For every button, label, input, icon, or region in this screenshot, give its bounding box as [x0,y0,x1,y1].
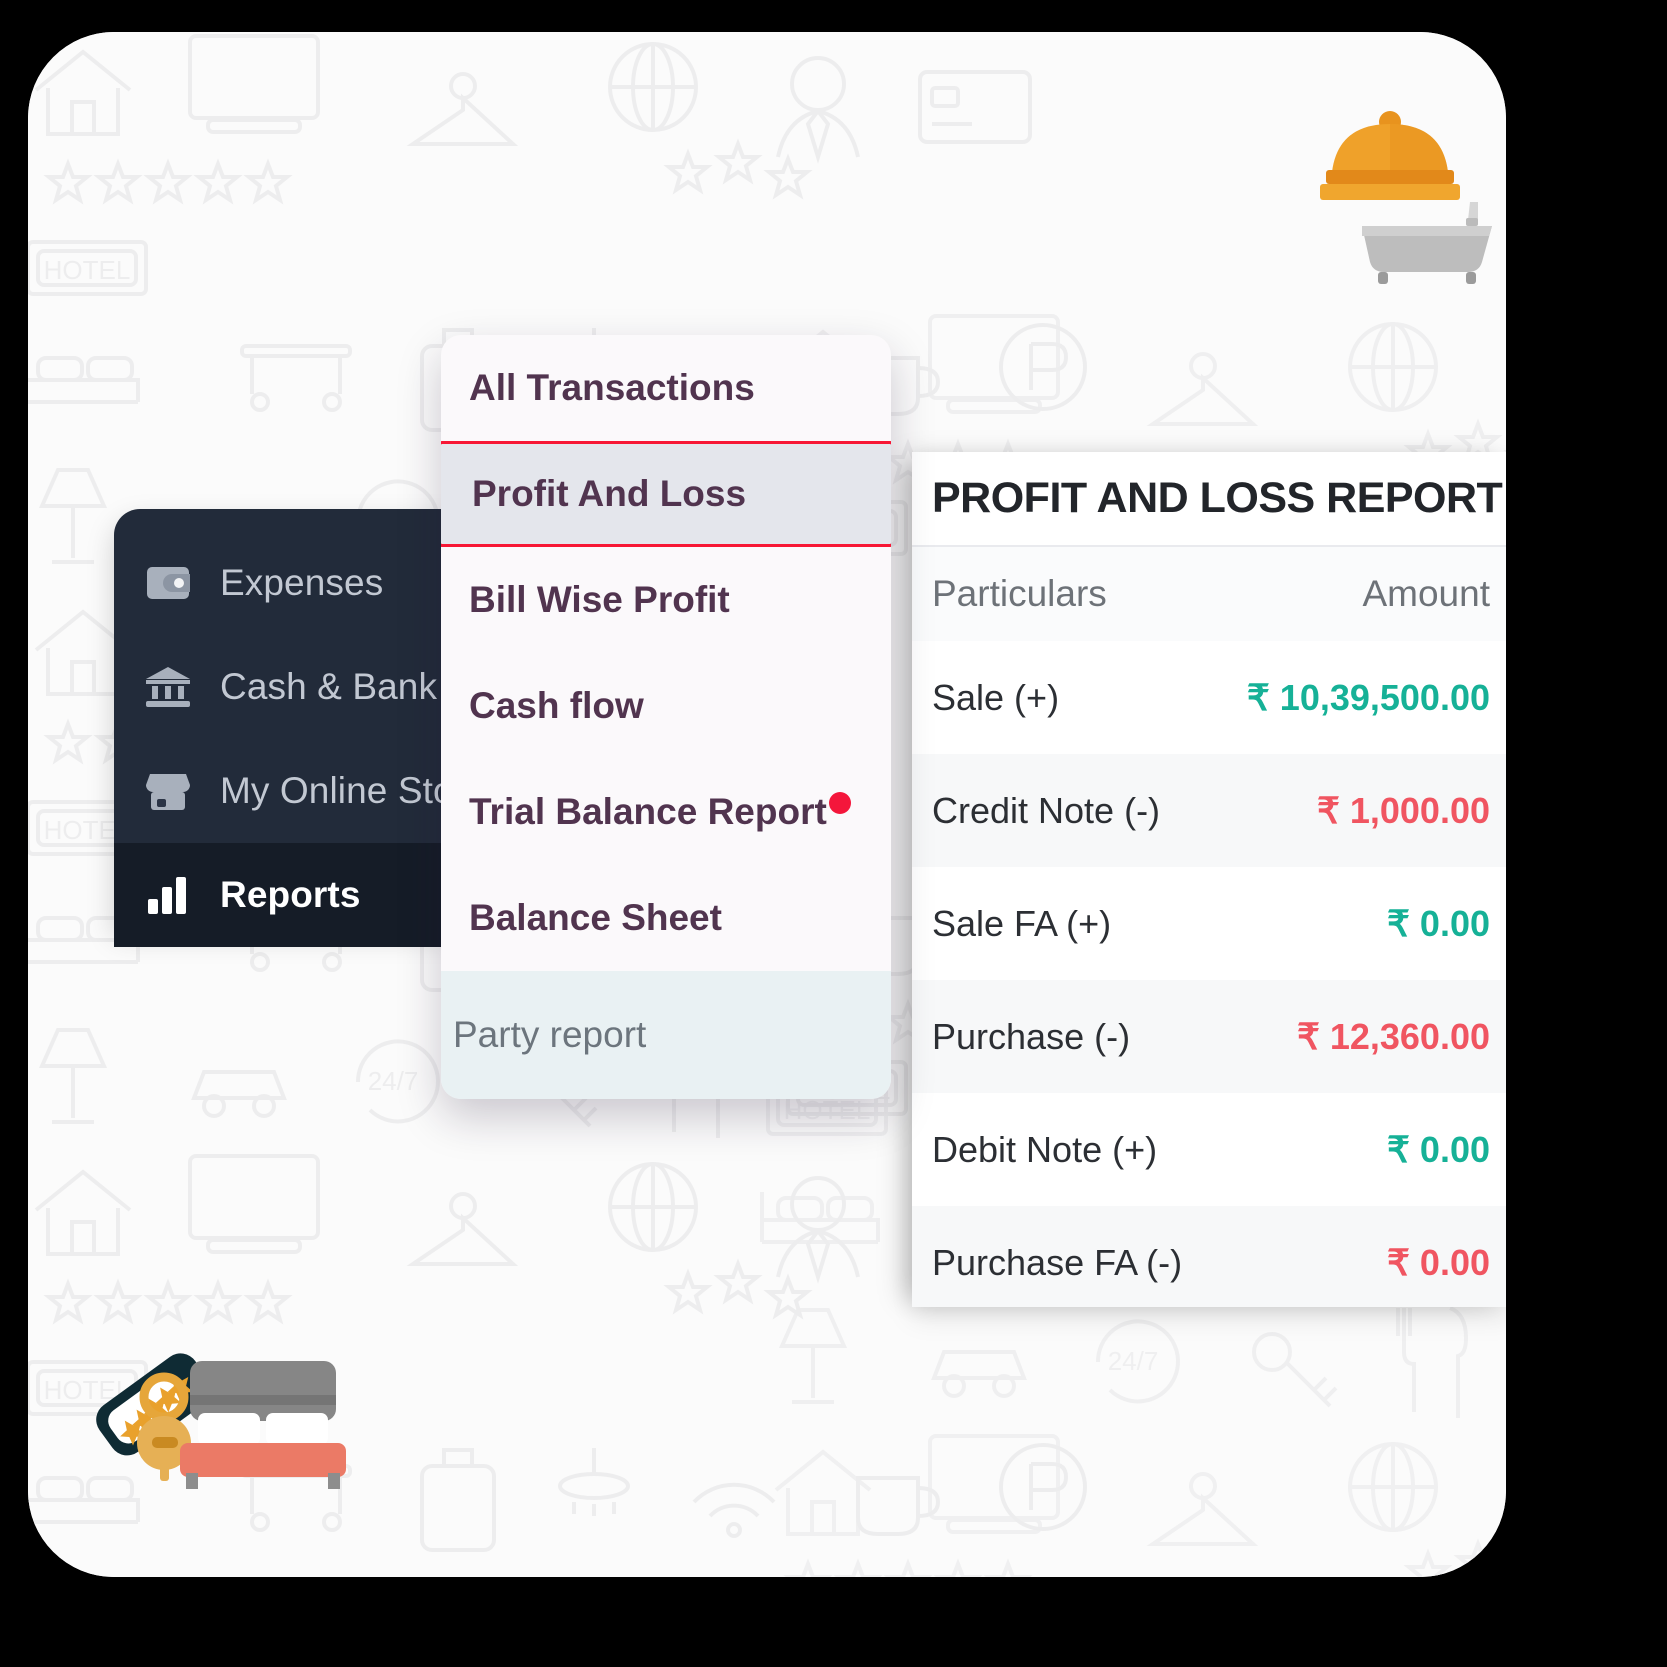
sidebar-item-label: Expenses [220,562,384,603]
menu-item-label: Cash flow [469,685,644,726]
table-row[interactable]: Debit Note (+) ₹ 0.00 [912,1093,1506,1206]
menu-item-trial-balance-report[interactable]: Trial Balance Report [441,759,891,865]
new-badge-dot-icon [828,792,851,814]
menu-section-label: Party report [453,1014,647,1055]
double-bed-icon [180,1361,346,1489]
row-particulars: Credit Note (-) [932,789,1161,831]
table-row[interactable]: Purchase (-) ₹ 12,360.00 [912,980,1506,1093]
row-amount: ₹ 1,000.00 [1316,789,1490,831]
bathtub-icon [1362,198,1492,286]
menu-item-label: All Transactions [469,367,755,408]
table-row[interactable]: Credit Note (-) ₹ 1,000.00 [912,754,1506,867]
row-particulars: Purchase FA (-) [932,1241,1183,1283]
row-particulars: Sale FA (+) [932,902,1112,944]
report-title: PROFIT AND LOSS REPORT [932,474,1503,522]
column-header-amount: Amount [1362,573,1490,614]
bank-icon [138,666,198,708]
menu-item-all-transactions[interactable]: All Transactions [441,335,891,441]
table-row[interactable]: Sale (+) ₹ 10,39,500.00 [912,641,1506,754]
menu-item-label: Bill Wise Profit [469,579,730,620]
app-window: HOTEL [28,32,1506,1577]
row-amount: ₹ 0.00 [1387,902,1490,944]
column-header-particulars: Particulars [932,573,1107,614]
menu-item-cash-flow[interactable]: Cash flow [441,653,891,759]
sidebar-item-label: Cash & Bank [220,666,438,707]
food-cloche-icon [1320,110,1460,206]
row-particulars: Purchase (-) [932,1015,1131,1057]
row-amount: ₹ 12,360.00 [1296,1015,1490,1057]
screenshot-root: HOTEL [0,0,1667,1667]
menu-item-balance-sheet[interactable]: Balance Sheet [441,865,891,971]
menu-item-label: Profit And Loss [472,473,747,514]
table-row[interactable]: Purchase FA (-) ₹ 0.00 [912,1206,1506,1307]
menu-item-profit-and-loss[interactable]: Profit And Loss [441,441,891,547]
profit-and-loss-report-card: PROFIT AND LOSS REPORT Particulars Amoun… [912,452,1506,1307]
bar-chart-icon [138,875,198,915]
table-row[interactable]: Sale FA (+) ₹ 0.00 [912,867,1506,980]
menu-section-party-report[interactable]: Party report [441,971,891,1099]
wallet-icon [138,564,198,602]
row-amount: ₹ 0.00 [1387,1128,1490,1170]
store-icon [138,771,198,811]
row-particulars: Sale (+) [932,676,1060,718]
sidebar-item-label: Reports [220,874,361,915]
menu-item-bill-wise-profit[interactable]: Bill Wise Profit [441,547,891,653]
reports-dropdown-menu: All Transactions Profit And Loss Bill Wi… [441,335,891,1099]
report-table-header: Particulars Amount [912,545,1506,641]
row-amount: ₹ 0.00 [1387,1241,1490,1283]
menu-item-label: Balance Sheet [469,897,722,938]
row-particulars: Debit Note (+) [932,1128,1158,1170]
row-amount: ₹ 10,39,500.00 [1246,676,1490,718]
menu-item-label: Trial Balance Report [469,791,827,832]
